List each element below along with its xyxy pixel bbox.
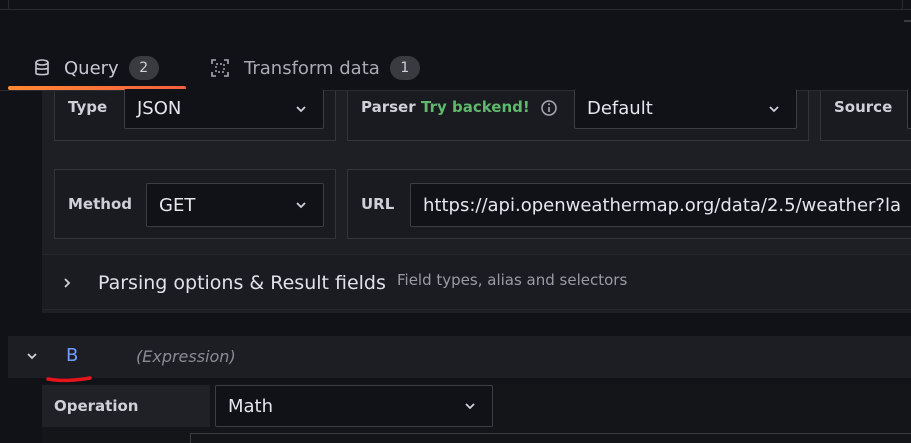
type-select-value: JSON (137, 98, 182, 119)
red-underline-annotation (46, 376, 92, 383)
parser-label: Parser (361, 98, 416, 116)
operation-select[interactable]: Math (215, 385, 493, 427)
parsing-options-title: Parsing options & Result fields (98, 272, 386, 294)
chevron-down-icon (465, 403, 475, 410)
url-input-value: https://api.openweathermap.org/data/2.5/… (423, 194, 902, 216)
parsing-options-subtitle: Field types, alias and selectors (397, 271, 628, 289)
tab-transform-count-badge: 1 (389, 56, 420, 80)
type-label: Type (68, 98, 108, 116)
chevron-right-icon (64, 278, 71, 288)
top-panel-box (8, 0, 903, 10)
tab-transform-label: Transform data (244, 57, 380, 79)
chevron-down-icon[interactable] (25, 350, 39, 362)
tab-query[interactable]: Query 2 (34, 48, 159, 88)
query-ref-id[interactable]: B (66, 345, 78, 366)
parser-select[interactable]: Default (574, 89, 797, 129)
tab-transform-data[interactable]: Transform data 1 (210, 48, 420, 88)
method-select-value: GET (159, 194, 196, 216)
source-select[interactable] (907, 89, 911, 129)
tab-query-label: Query (64, 57, 119, 79)
chevron-down-icon (296, 105, 306, 112)
method-select[interactable]: GET (146, 183, 324, 227)
operation-label: Operation (54, 397, 139, 415)
chevron-down-icon (769, 105, 779, 112)
url-field-group: URL https://api.openweathermap.org/data/… (347, 169, 911, 239)
scroll-handle[interactable] (904, 20, 911, 22)
source-label: Source (834, 98, 893, 116)
parsing-options-header[interactable]: Parsing options & Result fields Field ty… (42, 254, 911, 310)
tab-query-count-badge: 2 (128, 56, 159, 80)
try-backend-link[interactable]: Try backend! (421, 98, 530, 116)
type-select[interactable]: JSON (124, 89, 324, 129)
url-label: URL (361, 195, 395, 213)
transform-icon (211, 59, 229, 77)
parser-select-value: Default (587, 98, 653, 119)
parser-field-group: Parser Try backend! Default (347, 89, 809, 141)
method-field-group: Method GET (54, 169, 336, 239)
expression-input-edge[interactable] (190, 433, 911, 443)
query-row-header-b[interactable]: B (Expression) (8, 336, 911, 378)
database-icon (35, 59, 49, 76)
operation-select-value: Math (228, 395, 274, 417)
info-icon[interactable] (540, 99, 558, 117)
method-label: Method (68, 195, 132, 213)
chevron-down-icon (296, 202, 306, 209)
operation-label-box: Operation (42, 385, 210, 427)
source-field-group: Source (820, 89, 911, 141)
query-type-label: (Expression) (136, 347, 236, 366)
url-input[interactable]: https://api.openweathermap.org/data/2.5/… (410, 183, 911, 227)
type-field-group: Type JSON (54, 89, 336, 141)
